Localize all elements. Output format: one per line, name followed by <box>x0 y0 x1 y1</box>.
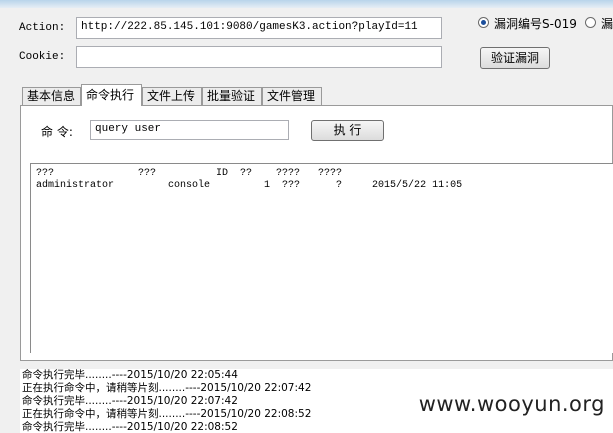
window-title-band <box>0 0 613 8</box>
tab-basic-info[interactable]: 基本信息 <box>22 87 81 105</box>
log-line: 命令执行完毕........----2015/10/20 22:05:44 <box>22 369 238 381</box>
tab-command-exec[interactable]: 命令执行 <box>81 84 142 106</box>
vuln-option-2-radio[interactable] <box>585 17 596 28</box>
output-header-row: ??? ??? ID ?? ???? ???? <box>36 168 343 179</box>
vuln-option-2-label: 漏 <box>601 17 613 31</box>
command-input[interactable]: query user <box>90 120 289 140</box>
command-label: 命 令: <box>41 125 73 139</box>
vuln-s019-label: 漏洞编号S-019 <box>494 17 577 31</box>
cookie-label: Cookie: <box>19 51 66 63</box>
tab-file-manager[interactable]: 文件管理 <box>262 87 322 105</box>
tab-batch-verify[interactable]: 批量验证 <box>202 87 262 105</box>
verify-vuln-button[interactable]: 验证漏洞 <box>480 47 550 69</box>
vuln-s019-radio[interactable] <box>478 17 489 28</box>
watermark: www.wooyun.org <box>418 392 605 416</box>
command-output-area[interactable]: ??? ??? ID ?? ???? ???? administrator co… <box>30 163 613 353</box>
execute-button[interactable]: 执 行 <box>311 120 384 141</box>
cookie-input[interactable] <box>76 46 442 68</box>
tab-file-upload[interactable]: 文件上传 <box>142 87 202 105</box>
output-row: administrator console 1 ??? ? 2015/5/22 … <box>36 180 463 191</box>
action-url-input[interactable]: http://222.85.145.101:9080/gamesK3.actio… <box>76 17 442 39</box>
action-label: Action: <box>19 22 66 34</box>
log-line: 命令执行完毕........----2015/10/20 22:08:52 <box>22 421 238 433</box>
